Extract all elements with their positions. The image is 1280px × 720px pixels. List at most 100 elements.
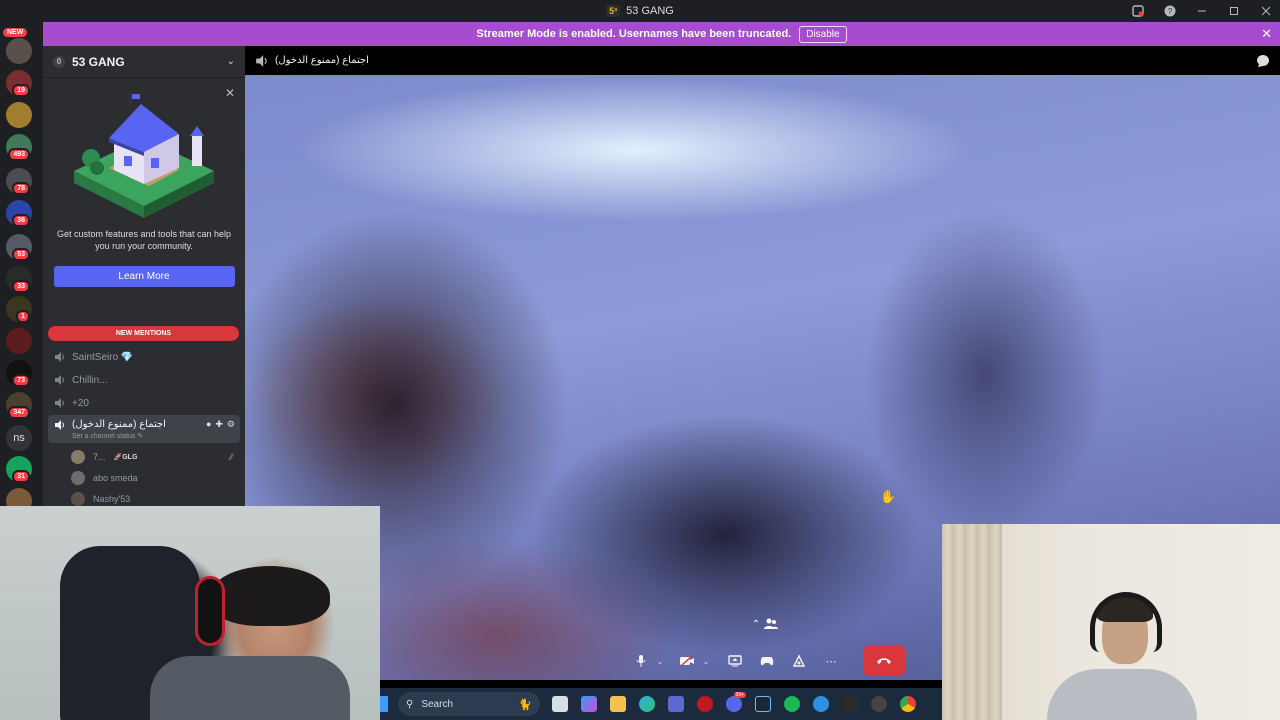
active-voice-channel[interactable]: اجتماع (ممنوع الدخول) Set a channel stat… xyxy=(48,415,240,443)
webcam-overlay-left xyxy=(0,506,380,720)
new-mentions-pill[interactable]: NEW MENTIONS xyxy=(48,326,239,341)
mention-badge: 73 xyxy=(12,374,30,387)
maximize-icon[interactable] xyxy=(1228,5,1240,17)
close-window-icon[interactable] xyxy=(1260,5,1272,17)
deafen-icon: ⁄⁄ xyxy=(229,451,233,462)
gear-icon[interactable]: ⚙ xyxy=(227,419,235,430)
activities-button[interactable] xyxy=(754,648,780,674)
taskbar-search[interactable]: ⚲ Search 🐈 xyxy=(398,692,540,716)
active-channel-name: اجتماع (ممنوع الدخول) xyxy=(72,419,166,430)
streamer-mode-banner: Streamer Mode is enabled. Usernames have… xyxy=(43,22,1280,46)
voice-channel-header: اجتماع (ممنوع الدخول) xyxy=(245,46,1280,75)
chat-bubble-icon[interactable]: ● xyxy=(206,419,211,430)
browser-icon[interactable] xyxy=(813,696,829,712)
server-icon[interactable]: 36 xyxy=(6,200,32,227)
channel-status-prompt[interactable]: Set a channel status ✎ xyxy=(72,432,166,440)
help-icon[interactable]: ? xyxy=(1164,5,1176,17)
active-channel-text: اجتماع (ممنوع الدخول) Set a channel stat… xyxy=(72,419,166,440)
share-screen-button[interactable] xyxy=(722,648,748,674)
voice-member[interactable]: abo smeda xyxy=(43,467,245,488)
voice-channel[interactable]: Chillin... xyxy=(43,369,245,391)
member-name: abo smeda xyxy=(93,472,138,483)
store-icon[interactable] xyxy=(668,696,684,712)
speaker-icon xyxy=(55,375,64,385)
screen-share-icon xyxy=(728,655,742,667)
game-launcher-icon[interactable] xyxy=(697,696,713,712)
server-icon[interactable]: 53 xyxy=(6,234,32,261)
chat-icon[interactable] xyxy=(1256,54,1270,68)
speaker-icon xyxy=(55,420,64,430)
voice-channel[interactable]: SaintSeiro 💎 xyxy=(43,346,245,368)
camera-off-icon xyxy=(680,655,694,667)
disconnect-button[interactable] xyxy=(863,645,905,676)
voice-member[interactable]: Nashy'53 xyxy=(43,488,245,506)
add-member-icon[interactable]: ✚ xyxy=(215,419,223,430)
task-view-icon[interactable] xyxy=(552,696,568,712)
show-participants-toggle[interactable]: ⌃ xyxy=(746,614,784,634)
voice-member[interactable]: 7... 🚀GLG ⁄⁄ xyxy=(43,446,245,467)
system-tool-icon[interactable] xyxy=(871,696,887,712)
chrome-icon[interactable] xyxy=(900,696,916,712)
camera-button[interactable] xyxy=(674,648,700,674)
close-promo-icon[interactable]: ✕ xyxy=(225,86,235,100)
server-icon[interactable]: 33 xyxy=(6,266,32,293)
avatar xyxy=(71,470,85,485)
minimize-icon[interactable] xyxy=(1196,5,1208,17)
file-explorer-icon[interactable] xyxy=(610,696,626,712)
server-icon[interactable]: 73 xyxy=(6,360,32,387)
server-icon[interactable]: 78 xyxy=(6,168,32,195)
promo-description: Get custom features and tools that can h… xyxy=(56,229,232,251)
headset-icon xyxy=(1090,592,1162,652)
person-shirt xyxy=(1047,669,1197,720)
member-name: Nashy'53 xyxy=(93,493,131,504)
server-name: 53 GANG xyxy=(72,54,125,69)
edge-icon[interactable] xyxy=(639,696,655,712)
person-hair xyxy=(210,566,330,626)
close-banner-icon[interactable]: ✕ xyxy=(1261,26,1272,42)
chevron-down-icon[interactable]: ⌄ xyxy=(227,56,235,67)
mention-badge: 347 xyxy=(8,406,30,419)
title-bar-controls: ? xyxy=(1132,0,1272,22)
discord-window: 5³ 53 GANG ? Streamer Mode is enabled. U… xyxy=(0,0,1280,720)
server-icon[interactable] xyxy=(6,38,32,64)
learn-more-button[interactable]: Learn More xyxy=(53,266,235,287)
server-icon-ns[interactable]: ns xyxy=(6,425,32,451)
server-header[interactable]: 0 53 GANG ⌄ xyxy=(43,46,245,78)
search-placeholder: Search xyxy=(421,698,454,710)
server-icon[interactable]: 19 xyxy=(6,70,32,97)
epic-games-icon[interactable] xyxy=(842,696,858,712)
spotify-icon[interactable] xyxy=(784,696,800,712)
server-icon[interactable] xyxy=(6,102,32,128)
svg-text:?: ? xyxy=(1168,7,1173,16)
more-options-button[interactable]: ⋯ xyxy=(818,648,844,674)
server-icon[interactable]: 1 xyxy=(6,296,32,323)
disable-streamer-mode-button[interactable]: Disable xyxy=(799,25,847,43)
more-dots-icon: ⋯ xyxy=(825,655,837,668)
call-controls: ⌄ ⌄ ⋯ xyxy=(628,645,844,677)
soundboard-button[interactable] xyxy=(786,648,812,674)
channel-name: +20 xyxy=(72,397,89,409)
avatar xyxy=(71,491,85,506)
soundboard-icon xyxy=(792,654,806,667)
server-icon[interactable]: 31 xyxy=(6,456,32,483)
chevron-down-icon[interactable]: ⌄ xyxy=(654,648,666,674)
inbox-icon[interactable] xyxy=(1132,5,1144,17)
mention-badge: 36 xyxy=(12,214,30,227)
member-tag: 🚀GLG xyxy=(113,453,138,461)
server-icon[interactable]: 493 xyxy=(6,134,32,161)
microphone-button[interactable] xyxy=(628,648,654,674)
curtain xyxy=(942,524,1002,720)
steam-icon[interactable] xyxy=(755,696,771,712)
server-icon[interactable] xyxy=(6,328,32,354)
start-icon[interactable] xyxy=(380,696,388,712)
server-icon[interactable]: 347 xyxy=(6,392,32,419)
chevron-down-icon[interactable]: ⌄ xyxy=(700,648,712,674)
copilot-icon[interactable] xyxy=(581,696,597,712)
avatar xyxy=(71,449,85,464)
voice-channel[interactable]: +20 xyxy=(43,392,245,414)
mouse-cursor-icon: ✋ xyxy=(880,489,897,504)
discord-icon[interactable]: 99+ xyxy=(726,692,746,712)
channel-name: SaintSeiro 💎 xyxy=(72,351,134,363)
voice-channel-title: اجتماع (ممنوع الدخول) xyxy=(275,55,369,66)
chevron-up-icon: ⌃ xyxy=(751,618,761,630)
